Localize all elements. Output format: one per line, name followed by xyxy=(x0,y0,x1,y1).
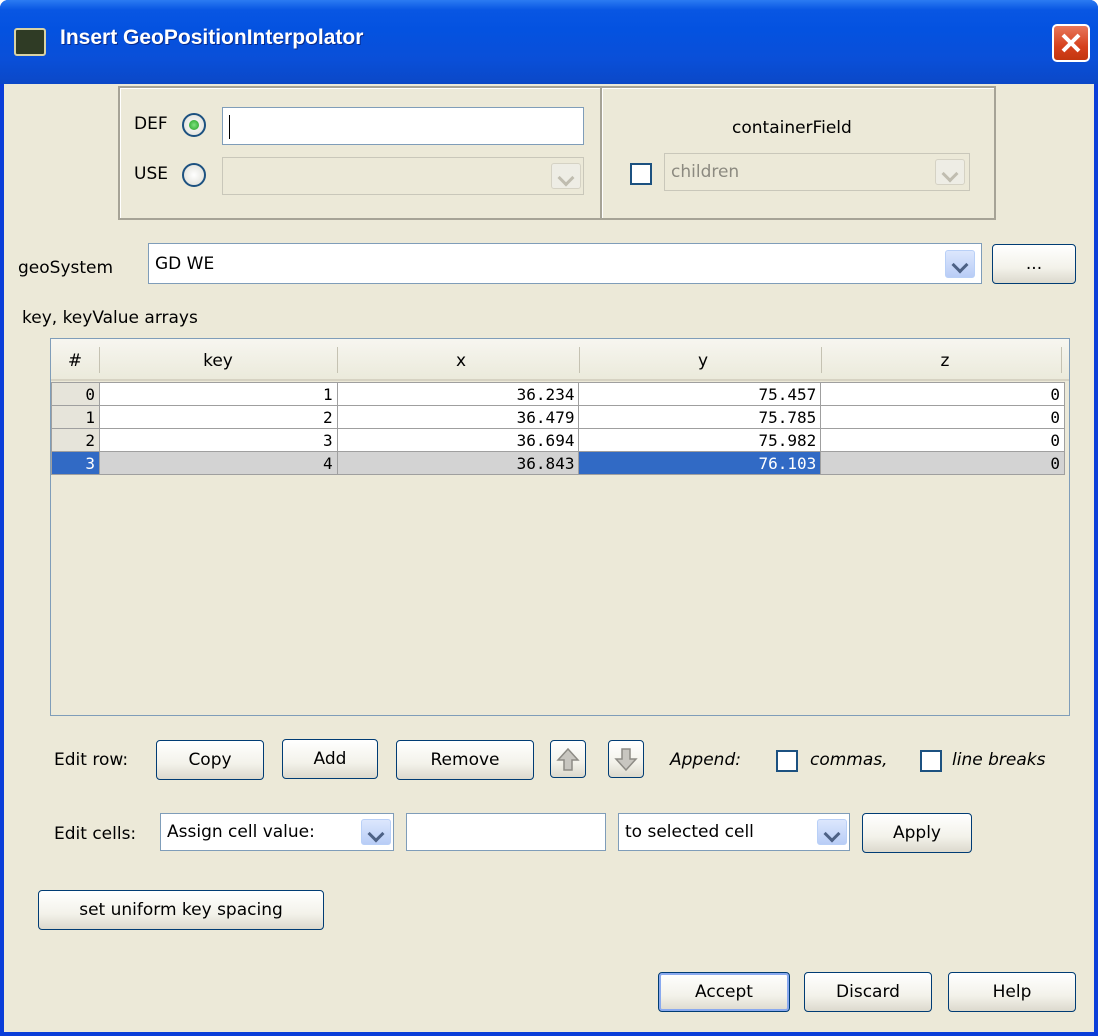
arrays-section-label: key, keyValue arrays xyxy=(22,308,198,328)
append-commas-label: commas, xyxy=(810,750,888,770)
use-select-arrow[interactable] xyxy=(551,163,581,189)
cell-value-input[interactable] xyxy=(406,813,606,851)
cell-target-value: to selected cell xyxy=(625,822,754,842)
app-icon xyxy=(14,28,46,56)
geosystem-more-button[interactable]: ... xyxy=(992,244,1076,284)
def-radio[interactable] xyxy=(182,113,206,137)
cell-key[interactable]: 1 xyxy=(98,382,338,406)
arrow-up-icon xyxy=(556,747,580,771)
edit-row-label: Edit row: xyxy=(54,750,129,770)
cell-key[interactable]: 2 xyxy=(98,405,338,429)
cell-target-select[interactable]: to selected cell xyxy=(618,813,850,851)
container-field-group: containerField children xyxy=(600,86,996,220)
arrow-down-icon xyxy=(614,748,638,772)
window-title: Insert GeoPositionInterpolator xyxy=(60,26,364,49)
chevron-down-icon xyxy=(367,825,385,843)
col-header-index: # xyxy=(67,351,83,371)
discard-button[interactable]: Discard xyxy=(804,972,932,1012)
radio-selected-dot xyxy=(189,120,199,130)
table-row[interactable]: 2 3 36.694 75.982 0 xyxy=(51,428,1065,452)
chevron-down-icon xyxy=(941,165,959,183)
table-row[interactable]: 1 2 36.479 75.785 0 xyxy=(51,405,1065,429)
dialog-window: Insert GeoPositionInterpolator DEF USE c… xyxy=(0,0,1098,1036)
container-field-arrow[interactable] xyxy=(935,159,965,185)
append-line-breaks-label: line breaks xyxy=(952,750,1046,770)
container-field-select[interactable]: children xyxy=(664,153,970,191)
container-field-checkbox[interactable] xyxy=(630,163,652,185)
header-divider xyxy=(821,347,822,373)
cell-index[interactable]: 1 xyxy=(51,405,100,429)
cell-key[interactable]: 4 xyxy=(98,451,338,475)
geosystem-arrow[interactable] xyxy=(945,250,975,278)
container-field-label: containerField xyxy=(732,118,852,138)
header-divider xyxy=(337,347,338,373)
cell-z[interactable]: 0 xyxy=(820,405,1065,429)
def-name-input[interactable] xyxy=(222,107,584,145)
dialog-body: DEF USE containerField children geoSyste… xyxy=(4,84,1094,1032)
use-select[interactable] xyxy=(222,157,584,195)
def-use-group: DEF USE xyxy=(118,86,602,220)
apply-button[interactable]: Apply xyxy=(862,813,972,853)
help-button[interactable]: Help xyxy=(948,972,1076,1012)
cell-z[interactable]: 0 xyxy=(820,382,1065,406)
cell-z[interactable]: 0 xyxy=(820,428,1065,452)
cell-index[interactable]: 3 xyxy=(51,451,100,475)
title-bar[interactable]: Insert GeoPositionInterpolator xyxy=(0,0,1098,84)
container-field-value: children xyxy=(671,162,740,182)
cell-x[interactable]: 36.479 xyxy=(336,405,580,429)
def-label: DEF xyxy=(134,114,168,134)
cell-index[interactable]: 2 xyxy=(51,428,100,452)
chevron-down-icon xyxy=(823,825,841,843)
cell-y[interactable]: 75.457 xyxy=(578,382,822,406)
col-header-x: x xyxy=(455,351,467,371)
table-row-selected[interactable]: 3 4 36.843 76.103 0 xyxy=(51,451,1065,475)
append-line-breaks-checkbox[interactable] xyxy=(920,750,942,772)
table-header: # key x y z xyxy=(51,339,1069,381)
cell-operation-select[interactable]: Assign cell value: xyxy=(160,813,394,851)
cell-y-selected[interactable]: 76.103 xyxy=(578,451,822,475)
use-label: USE xyxy=(134,164,168,184)
col-header-z: z xyxy=(940,351,950,371)
text-cursor xyxy=(229,115,230,139)
key-value-table[interactable]: # key x y z 0 1 36.234 75.457 0 1 2 36.4… xyxy=(50,338,1070,716)
col-header-key: key xyxy=(203,351,233,371)
geosystem-value: GD WE xyxy=(155,254,215,274)
header-divider xyxy=(1061,347,1062,373)
cell-key[interactable]: 3 xyxy=(98,428,338,452)
append-commas-checkbox[interactable] xyxy=(776,750,798,772)
add-row-button[interactable]: Add xyxy=(282,739,378,779)
remove-row-button[interactable]: Remove xyxy=(396,740,534,780)
close-icon xyxy=(1061,33,1081,53)
cell-y[interactable]: 75.982 xyxy=(578,428,822,452)
cell-target-arrow[interactable] xyxy=(817,819,847,845)
edit-cells-label: Edit cells: xyxy=(54,824,137,844)
append-label: Append: xyxy=(670,750,741,770)
cell-x[interactable]: 36.694 xyxy=(336,428,580,452)
use-radio[interactable] xyxy=(182,163,206,187)
chevron-down-icon xyxy=(951,256,969,274)
table-body[interactable]: 0 1 36.234 75.457 0 1 2 36.479 75.785 0 xyxy=(51,382,1065,475)
geosystem-select[interactable]: GD WE xyxy=(148,243,982,284)
cell-y[interactable]: 75.785 xyxy=(578,405,822,429)
cell-operation-arrow[interactable] xyxy=(361,819,391,845)
chevron-down-icon xyxy=(557,169,575,187)
move-row-down-button[interactable] xyxy=(608,740,644,778)
uniform-key-spacing-button[interactable]: set uniform key spacing xyxy=(38,890,324,930)
close-button[interactable] xyxy=(1052,24,1090,62)
accept-button[interactable]: Accept xyxy=(658,972,790,1012)
copy-row-button[interactable]: Copy xyxy=(156,740,264,780)
move-row-up-button[interactable] xyxy=(550,740,586,778)
geosystem-label: geoSystem xyxy=(18,258,114,278)
cell-z[interactable]: 0 xyxy=(820,451,1065,475)
table-row[interactable]: 0 1 36.234 75.457 0 xyxy=(51,382,1065,406)
cell-x[interactable]: 36.843 xyxy=(336,451,580,475)
cell-index[interactable]: 0 xyxy=(51,382,100,406)
cell-operation-value: Assign cell value: xyxy=(167,822,315,842)
header-divider xyxy=(579,347,580,373)
col-header-y: y xyxy=(697,351,709,371)
header-divider xyxy=(99,347,100,373)
cell-x[interactable]: 36.234 xyxy=(336,382,580,406)
